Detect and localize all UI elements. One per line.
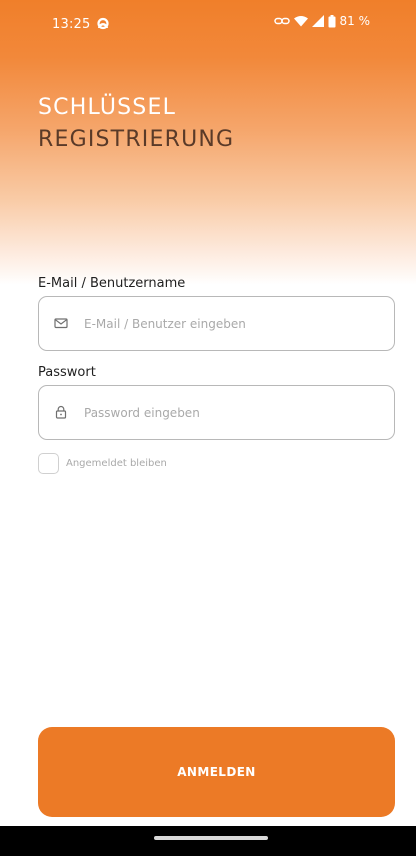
status-bar: 13:25 81 % — [0, 0, 416, 60]
mail-icon — [54, 318, 68, 329]
login-button-label: ANMELDEN — [177, 765, 256, 779]
navigation-bar — [0, 826, 416, 856]
email-label: E-Mail / Benutzername — [38, 276, 186, 291]
password-field[interactable] — [38, 385, 395, 440]
home-gesture-handle[interactable] — [154, 836, 268, 840]
status-time: 13:25 — [52, 17, 91, 32]
password-input[interactable] — [84, 386, 384, 439]
remember-me-row[interactable]: Angemeldet bleiben — [38, 453, 167, 474]
password-label: Passwort — [38, 365, 96, 380]
wifi-icon — [293, 16, 308, 27]
login-button[interactable]: ANMELDEN — [38, 727, 395, 817]
app-notification-icon — [97, 17, 109, 30]
remember-me-label: Angemeldet bleiben — [66, 458, 167, 469]
status-icons: 81 % — [273, 14, 371, 28]
title-line-2: REGISTRIERUNG — [38, 127, 235, 152]
signal-icon — [311, 15, 324, 27]
page-title: SCHLÜSSEL REGISTRIERUNG — [38, 92, 234, 156]
lock-icon — [55, 405, 67, 419]
battery-percent: 81 % — [339, 14, 371, 28]
email-field[interactable] — [38, 296, 395, 351]
title-line-1: SCHLÜSSEL — [38, 95, 177, 120]
email-input[interactable] — [84, 297, 384, 350]
remember-me-checkbox[interactable] — [38, 453, 59, 474]
link-icon — [273, 17, 290, 25]
battery-icon — [328, 14, 335, 27]
